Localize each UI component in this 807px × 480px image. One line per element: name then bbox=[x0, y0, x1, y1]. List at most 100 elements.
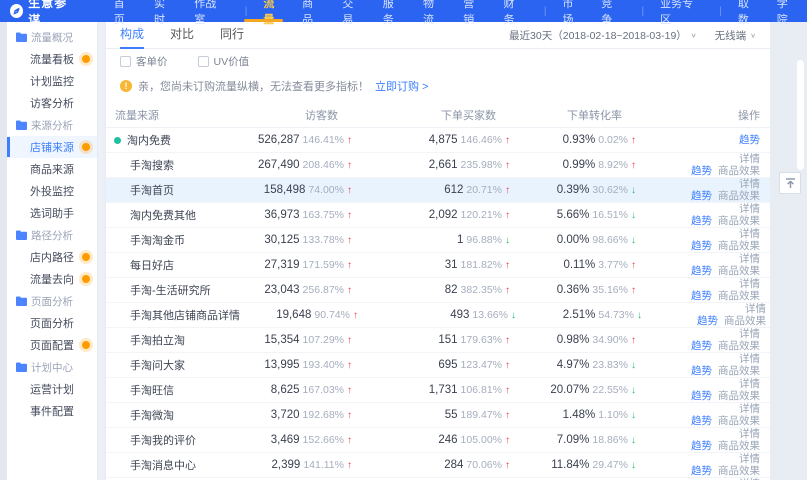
sidebar-item[interactable]: 页面分析 bbox=[7, 312, 97, 334]
trend-link[interactable]: 趋势 bbox=[691, 390, 712, 402]
product-effect-link[interactable]: 商品效果 bbox=[718, 440, 760, 452]
product-effect-link[interactable]: 商品效果 bbox=[718, 465, 760, 477]
product-effect-link[interactable]: 商品效果 bbox=[718, 340, 760, 352]
detail-link[interactable]: 详情 bbox=[745, 303, 766, 315]
nav-item[interactable]: | 市场 bbox=[534, 0, 591, 22]
source-name: 手淘-生活研究所 bbox=[130, 282, 211, 298]
source-name-cell: 手淘微淘 bbox=[114, 407, 234, 423]
nav-item[interactable]: 物流 bbox=[413, 0, 453, 22]
app-brand[interactable]: 生意参谋 bbox=[0, 0, 104, 28]
detail-link[interactable]: 详情 bbox=[739, 453, 760, 465]
checkbox[interactable] bbox=[120, 56, 131, 67]
detail-link[interactable]: 详情 bbox=[739, 203, 760, 215]
buyers-value: 612 bbox=[444, 184, 463, 196]
trend-link[interactable]: 趋势 bbox=[739, 134, 760, 146]
sidebar-item-label: 页面分析 bbox=[30, 315, 74, 331]
nav-item[interactable]: 营销 bbox=[453, 0, 493, 22]
operations-cell: 详情 趋势 商品效果 bbox=[646, 453, 762, 477]
sidebar-item[interactable]: 流量去向 bbox=[7, 268, 97, 290]
conversion-change: 30.62% bbox=[592, 184, 628, 196]
trend-link[interactable]: 趋势 bbox=[691, 190, 712, 202]
detail-link[interactable]: 详情 bbox=[739, 403, 760, 415]
sidebar-item[interactable]: 店铺来源 bbox=[7, 136, 97, 158]
nav-item-label: 作战室 bbox=[194, 0, 224, 27]
sidebar-item[interactable]: 外投监控 bbox=[7, 180, 97, 202]
product-effect-link[interactable]: 商品效果 bbox=[718, 390, 760, 402]
nav-item[interactable]: 学院 bbox=[767, 0, 807, 22]
buyers-cell: 55 189.47% ↑ bbox=[352, 409, 510, 421]
trend-link[interactable]: 趋势 bbox=[697, 315, 718, 327]
detail-link[interactable]: 详情 bbox=[739, 353, 760, 365]
back-to-top-button[interactable] bbox=[779, 172, 801, 194]
trend-link[interactable]: 趋势 bbox=[691, 240, 712, 252]
sidebar-item[interactable]: 选词助手 bbox=[7, 202, 97, 224]
trend-link[interactable]: 趋势 bbox=[691, 265, 712, 277]
conversion-value: 7.09% bbox=[557, 434, 590, 446]
nav-item[interactable]: 实时 bbox=[144, 0, 184, 22]
nav-item[interactable]: 竞争 bbox=[591, 0, 631, 22]
nav-item[interactable]: 交易 bbox=[332, 0, 372, 22]
nav-item[interactable]: 首页 bbox=[104, 0, 144, 22]
trend-link[interactable]: 趋势 bbox=[691, 465, 712, 477]
nav-item[interactable]: | 流量 bbox=[235, 0, 292, 22]
terminal-select[interactable]: 无线端 ∨ bbox=[715, 28, 756, 43]
buyers-change: 189.47% bbox=[461, 409, 502, 421]
sidebar-item[interactable]: 访客分析 bbox=[7, 92, 97, 114]
detail-link[interactable]: 详情 bbox=[739, 228, 760, 240]
trend-link[interactable]: 趋势 bbox=[691, 290, 712, 302]
product-effect-link[interactable]: 商品效果 bbox=[718, 365, 760, 377]
sidebar-item[interactable]: 事件配置 bbox=[7, 400, 97, 422]
product-effect-link[interactable]: 商品效果 bbox=[718, 290, 760, 302]
sidebar-item[interactable]: 店内路径 bbox=[7, 246, 97, 268]
nav-item[interactable]: | 取数 bbox=[709, 0, 766, 22]
nav-item[interactable]: 作战室 bbox=[184, 0, 234, 22]
conversion-change: 0.02% bbox=[598, 134, 628, 146]
detail-link[interactable]: 详情 bbox=[739, 378, 760, 390]
conversion-cell: 0.36% 35.16% ↑ bbox=[510, 284, 646, 296]
col-conversion: 下单转化率 bbox=[510, 107, 646, 123]
detail-link[interactable]: 详情 bbox=[739, 428, 760, 440]
table-row: 手淘首页 158,498 74.00% ↑ 612 20.71% ↑ 0.39%… bbox=[106, 178, 770, 203]
product-effect-link[interactable]: 商品效果 bbox=[718, 215, 760, 227]
table-row: 手淘其他店铺商品详情 19,648 90.74% ↑ 493 13.66% ↓ … bbox=[106, 303, 770, 328]
sidebar-item[interactable]: 运营计划 bbox=[7, 378, 97, 400]
product-effect-link[interactable]: 商品效果 bbox=[718, 240, 760, 252]
product-effect-link[interactable]: 商品效果 bbox=[718, 265, 760, 277]
nav-item[interactable]: 财务 bbox=[494, 0, 534, 22]
checkbox[interactable] bbox=[198, 56, 209, 67]
nav-item[interactable]: 服务 bbox=[373, 0, 413, 22]
product-effect-link[interactable]: 商品效果 bbox=[718, 165, 760, 177]
scrollbar-thumb[interactable] bbox=[797, 60, 804, 170]
subscribe-link[interactable]: 立即订购 > bbox=[375, 78, 428, 94]
detail-link[interactable]: 详情 bbox=[739, 253, 760, 265]
product-effect-link[interactable]: 商品效果 bbox=[718, 415, 760, 427]
folder-icon bbox=[16, 32, 27, 42]
detail-link[interactable]: 详情 bbox=[739, 178, 760, 190]
product-effect-link[interactable]: 商品效果 bbox=[718, 190, 760, 202]
sidebar-item[interactable]: 页面配置 bbox=[7, 334, 97, 356]
right-gutter bbox=[770, 22, 807, 480]
nav-item[interactable]: | 业务专区 bbox=[632, 0, 710, 22]
conversion-value: 0.11% bbox=[563, 259, 595, 271]
trend-link[interactable]: 趋势 bbox=[691, 340, 712, 352]
detail-link[interactable]: 详情 bbox=[739, 278, 760, 290]
date-range-select[interactable]: 最近30天（2018-02-18~2018-03-19） ∨ bbox=[509, 28, 697, 43]
trend-link[interactable]: 趋势 bbox=[691, 365, 712, 377]
trend-link[interactable]: 趋势 bbox=[691, 215, 712, 227]
operations-cell: 详情 趋势 商品效果 bbox=[646, 328, 762, 352]
source-name: 手淘淘金币 bbox=[130, 232, 185, 248]
table-row: 手淘消息中心 2,399 141.11% ↑ 284 70.06% ↑ 11.8… bbox=[106, 453, 770, 478]
trend-link[interactable]: 趋势 bbox=[691, 440, 712, 452]
sidebar-item-label: 访客分析 bbox=[30, 95, 74, 111]
trend-link[interactable]: 趋势 bbox=[691, 415, 712, 427]
nav-item[interactable]: 商品 bbox=[292, 0, 332, 22]
sidebar-item[interactable]: 流量看板 bbox=[7, 48, 97, 70]
conversion-change: 23.83% bbox=[592, 359, 628, 371]
product-effect-link[interactable]: 商品效果 bbox=[724, 315, 766, 327]
sidebar-section: 流量概况 流量看板 计划监控 访客分析 bbox=[7, 26, 97, 114]
sidebar-item[interactable]: 计划监控 bbox=[7, 70, 97, 92]
detail-link[interactable]: 详情 bbox=[739, 153, 760, 165]
trend-link[interactable]: 趋势 bbox=[691, 165, 712, 177]
detail-link[interactable]: 详情 bbox=[739, 328, 760, 340]
sidebar-item[interactable]: 商品来源 bbox=[7, 158, 97, 180]
